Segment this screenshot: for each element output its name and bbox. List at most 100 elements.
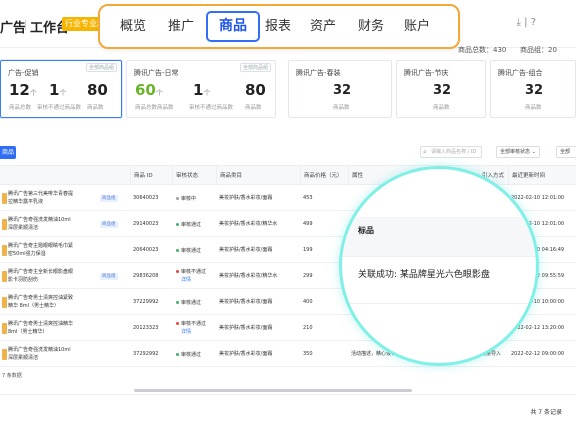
card-spring[interactable]: 腾讯广告-春装 32 商品数: [288, 60, 392, 118]
product-id: 20123323: [133, 325, 159, 331]
unit-text: 个: [203, 89, 211, 97]
value-text: 1: [49, 81, 60, 99]
card-label: 商品数: [87, 105, 104, 111]
magnifier-lens: 标品 关联成功: 某品牌星光六色眼影盘: [339, 166, 539, 366]
product-name: 腾讯广告第三代美啡华青春提拉精华露平乳液: [8, 191, 74, 205]
value-text: 1: [193, 81, 204, 99]
product-thumbnail: [2, 245, 7, 256]
card-value: 32: [333, 83, 352, 98]
review-status: 审核不通过 详情: [176, 320, 206, 336]
product-category: 美妆护肤/香水彩妆/面霜: [219, 299, 273, 305]
card-label: 审核不通过商品数: [189, 105, 234, 111]
group-count: 商品组：20: [520, 46, 557, 54]
card-label: 商品总数商品数: [135, 105, 174, 111]
card-title: 广告-促销: [8, 69, 39, 77]
review-status-filter[interactable]: 全部审核状态 ⌄: [496, 146, 540, 158]
horizontal-scrollbar[interactable]: [134, 389, 412, 392]
product-category: 美妆护肤/香水彩妆/面霜: [219, 247, 273, 253]
filter-label: 全部审核状态: [500, 149, 531, 155]
card-promo[interactable]: 广告-促销 全部商品组 12个 1个 80 商品总数 审核不通过商品数 商品数: [0, 60, 122, 118]
total-records: 共 7 条记录: [530, 409, 562, 416]
card-festival[interactable]: 腾讯广告-节庆 32 商品数: [396, 60, 486, 118]
search-placeholder: 请输入商品名称 / ID: [431, 149, 477, 155]
lens-header: 标品: [358, 226, 374, 235]
goods-search-input[interactable]: ⌕ 请输入商品名称 / ID: [420, 146, 482, 158]
card-value: 80: [87, 81, 108, 99]
detail-link[interactable]: 详情: [181, 277, 191, 283]
status-dot: [176, 223, 179, 226]
card-tag: 全部商品组: [85, 63, 117, 72]
review-status: 审核通过: [176, 299, 201, 307]
download-icon[interactable]: ⤓: [517, 17, 521, 28]
status-dot: [176, 322, 179, 325]
product-price: 210: [303, 325, 313, 331]
status-dot: [176, 197, 179, 200]
lens-divider: [342, 303, 536, 304]
status-text: 审核中: [181, 196, 197, 202]
product-thumbnail: [2, 297, 7, 308]
nav-promotion[interactable]: 推广: [166, 6, 196, 47]
card-label: 商品总数: [9, 105, 32, 111]
product-name: 腾讯广告奇主题眼眼睛毛巾紧密50ml强力保湿: [8, 243, 74, 257]
detail-link[interactable]: 详情: [181, 329, 191, 335]
product-price: 350: [303, 351, 313, 357]
status-text: 审核通过: [181, 352, 202, 358]
product-category: 美妆护肤/香水彩妆/面霜: [219, 325, 273, 331]
card-title: 腾讯广告-组合: [498, 69, 543, 77]
nav-overview[interactable]: 概览: [118, 6, 148, 47]
product-category: 美妆护肤/香水彩妆/精华水: [219, 273, 278, 279]
review-status: 审核不通过 详情: [176, 268, 206, 284]
card-value: 32: [433, 83, 452, 98]
card-daily[interactable]: 腾讯广告-日常 全部商品组 60个 1个 80 商品总数商品数 审核不通过商品数…: [126, 60, 276, 118]
card-label: 商品数: [333, 105, 350, 111]
value-text: 12: [9, 81, 30, 99]
card-combo[interactable]: 腾讯广告-组合 32 商品数: [490, 60, 576, 118]
status-text: 审核不通过: [181, 321, 207, 327]
nav-assets[interactable]: 资产: [308, 6, 338, 47]
group-tag: 商品组: [100, 195, 118, 202]
status-dot: [176, 270, 179, 273]
status-dot: [176, 249, 179, 252]
main-nav-highlight: 概览 推广 商品 报表 资产 财务 账户: [98, 4, 460, 49]
product-id: 37292992: [133, 351, 159, 357]
search-icon: ⌕: [423, 148, 427, 156]
card-label: 审核不通过商品数: [37, 105, 82, 111]
add-goods-button[interactable]: 商品: [0, 146, 16, 159]
product-name: 腾讯广告奇主全新长眼影盘眼影卡羽防刮伤: [8, 269, 74, 283]
nav-finance[interactable]: 财务: [356, 6, 386, 47]
product-name: 腾讯广告奇强洗发精油10ml深层柔顺清洁: [8, 347, 71, 361]
product-thumbnail: [2, 349, 7, 360]
review-status: 审核通过: [176, 351, 201, 359]
product-thumbnail: [2, 323, 7, 334]
card-value: 32: [525, 83, 544, 98]
card-title: 腾讯广告-节庆: [404, 69, 449, 77]
help-icon[interactable]: ?: [531, 17, 536, 28]
goods-group-cards: 广告-促销 全部商品组 12个 1个 80 商品总数 审核不通过商品数 商品数 …: [0, 60, 576, 118]
group-tag: 商品组: [100, 273, 118, 280]
nav-account[interactable]: 账户: [402, 6, 432, 47]
col-id: 商品 ID: [130, 166, 172, 186]
product-thumbnail: [2, 193, 7, 204]
status-text: 审核通过: [181, 248, 202, 254]
product-id: 29836208: [133, 273, 159, 279]
status-text: 审核通过: [181, 222, 202, 228]
status-dot: [176, 353, 179, 356]
product-price: 453: [303, 195, 313, 201]
topbar-icons: ⤓ | ?: [517, 17, 536, 28]
product-name: 腾讯广告奇男士清爽控油精华 8ml（男士精华）: [8, 321, 74, 335]
nav-reports[interactable]: 报表: [260, 6, 296, 47]
col-updated: 最近更新时间: [508, 166, 576, 186]
nav-goods[interactable]: 商品: [206, 11, 260, 42]
all-filter[interactable]: 全部: [556, 146, 576, 158]
product-id: 20640023: [133, 247, 159, 253]
table-toolbar: 商品 ⌕ 请输入商品名称 / ID 全部审核状态 ⌄ 全部: [0, 142, 576, 162]
card-label: 商品数: [245, 105, 262, 111]
unit-text: 个: [29, 89, 37, 97]
product-name: 腾讯广告奇强洗发精油10ml深层柔顺清洁: [8, 217, 71, 231]
card-value: 1个: [193, 81, 210, 99]
unit-text: 个: [155, 89, 163, 97]
group-tag: 商品组: [100, 221, 118, 228]
card-title: 腾讯广告-春装: [296, 69, 341, 77]
product-price: 499: [303, 221, 313, 227]
product-thumbnail: [2, 219, 7, 230]
